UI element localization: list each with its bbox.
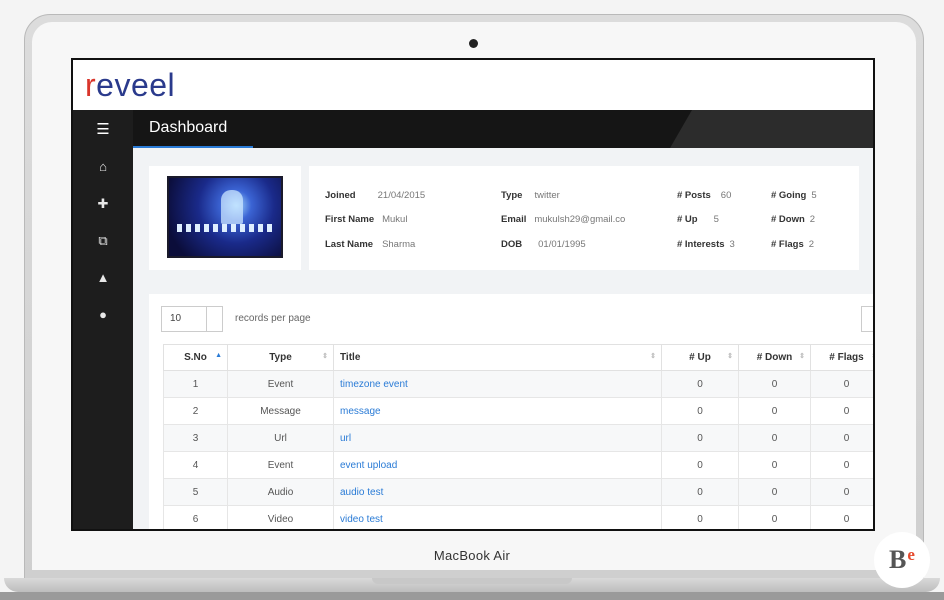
main-content: Joined 21/04/2015 First Name Mukul Last Na… <box>133 148 873 529</box>
hamburger-icon[interactable]: ☰ <box>73 110 133 148</box>
column-header-flags[interactable]: # Flags⇕ <box>810 344 873 371</box>
posts-count: # Posts 60 <box>677 190 732 201</box>
row-title-link[interactable]: video test <box>333 505 662 529</box>
records-per-page-label: records per page <box>235 313 311 324</box>
profile-image <box>167 176 283 258</box>
records-table-card: 10 records per page S.No ▲ Type ⇕ Title ⇕ #… <box>149 294 873 529</box>
top-bar: reveel <box>73 60 873 110</box>
down-count: # Down 2 <box>771 214 816 225</box>
first-name-field: First Name Mukul <box>325 214 408 225</box>
profile-info-card: Joined 21/04/2015 First Name Mukul Last Na… <box>309 166 859 270</box>
table-row[interactable]: 4 Event event upload 0 0 0 <box>163 451 873 479</box>
sort-icon: ⇕ <box>650 353 656 360</box>
records-table: S.No ▲ Type ⇕ Title ⇕ # Up ⇕ # Down ⇕ # Flags… <box>163 344 873 529</box>
table-row[interactable]: 3 Url url 0 0 0 <box>163 424 873 452</box>
row-title-link[interactable]: event upload <box>333 451 662 479</box>
laptop-shadow <box>0 592 944 600</box>
up-count: # Up 5 <box>677 214 719 225</box>
row-title-link[interactable]: url <box>333 424 662 452</box>
sort-icon: ⇕ <box>322 353 328 360</box>
records-per-page-select[interactable]: 10 <box>161 306 223 332</box>
column-header-up[interactable]: # Up ⇕ <box>661 344 739 371</box>
warning-icon[interactable]: ▲ <box>73 259 133 296</box>
profile-card <box>149 166 301 270</box>
table-header-row: S.No ▲ Type ⇕ Title ⇕ # Up ⇕ # Down ⇕ # Flags… <box>163 344 873 371</box>
device-model-label: MacBook Air <box>433 548 511 563</box>
table-row[interactable]: 1 Event timezone event 0 0 0 <box>163 370 873 398</box>
laptop-base-notch <box>372 578 572 584</box>
reveel-logo[interactable]: reveel <box>85 67 175 104</box>
column-header-type[interactable]: Type ⇕ <box>227 344 334 371</box>
behance-watermark: Be <box>874 532 930 588</box>
row-title-link[interactable]: message <box>333 397 662 425</box>
sort-icon: ⇕ <box>727 353 733 360</box>
sort-icon: ⇕ <box>799 353 805 360</box>
table-row[interactable]: 6 Video video test 0 0 0 <box>163 505 873 529</box>
sidebar: ⌂ ✚ ⧉ ▲ ● <box>73 148 133 529</box>
row-title-link[interactable]: audio test <box>333 478 662 506</box>
row-title-link[interactable]: timezone event <box>333 370 662 398</box>
header-bar: ☰ Dashboard <box>73 110 873 148</box>
table-row[interactable]: 2 Message message 0 0 0 <box>163 397 873 425</box>
plus-icon[interactable]: ✚ <box>73 185 133 222</box>
column-header-down[interactable]: # Down ⇕ <box>738 344 811 371</box>
camera-icon <box>469 39 478 48</box>
going-count: # Going 5 <box>771 190 817 201</box>
type-field: Type twitter <box>501 190 560 201</box>
page-title: Dashboard <box>149 119 228 136</box>
search-input[interactable] <box>861 306 873 332</box>
copy-icon[interactable]: ⧉ <box>73 222 133 259</box>
sort-asc-icon: ▲ <box>215 352 222 359</box>
column-header-sno[interactable]: S.No ▲ <box>163 344 228 371</box>
interests-count: # Interests 3 <box>677 239 735 250</box>
joined-field: Joined 21/04/2015 <box>325 190 426 201</box>
column-header-title[interactable]: Title ⇕ <box>333 344 662 371</box>
flags-count: # Flags 2 <box>771 239 815 250</box>
laptop-screen: reveel ☰ Dashboard ⌂ ✚ ⧉ ▲ ● Joined 21/04… <box>71 58 875 531</box>
table-row[interactable]: 5 Audio audio test 0 0 0 <box>163 478 873 506</box>
last-name-field: Last Name Sharma <box>325 239 416 250</box>
user-icon[interactable]: ● <box>73 296 133 333</box>
home-icon[interactable]: ⌂ <box>73 148 133 185</box>
dob-field: DOB 01/01/1995 <box>501 239 586 250</box>
sort-icon: ⇕ <box>871 352 873 360</box>
email-field: Email mukulsh29@gmail.co <box>501 214 626 225</box>
